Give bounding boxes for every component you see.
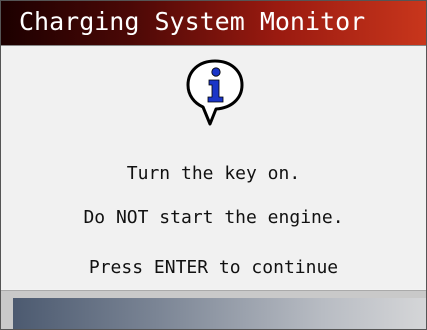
info-icon: [186, 59, 244, 126]
bottom-bar-gradient: [13, 298, 426, 329]
instruction-turn-key-on: Turn the key on.: [126, 163, 301, 184]
instruction-press-enter: Press ENTER to continue: [88, 257, 339, 278]
bottom-bar: [1, 290, 426, 329]
instruction-do-not-start: Do NOT start the engine.: [83, 207, 344, 228]
info-dot: [211, 67, 221, 77]
screen: Charging System Monitor Turn the key on.…: [0, 0, 427, 330]
page-title: Charging System Monitor: [19, 7, 366, 36]
message-panel: Turn the key on. Do NOT start the engine…: [1, 46, 426, 289]
title-bar: Charging System Monitor: [1, 1, 426, 46]
